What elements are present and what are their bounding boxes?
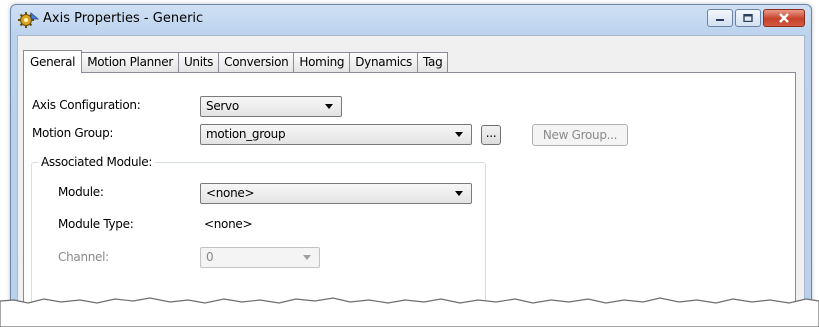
browse-motion-group-button[interactable]: ... <box>481 125 501 145</box>
tab-conversion[interactable]: Conversion <box>218 52 295 72</box>
motion-group-label: Motion Group: <box>32 126 114 140</box>
chevron-down-icon <box>303 255 311 260</box>
tab-strip: General Motion Planner Units Conversion … <box>23 50 449 73</box>
motion-group-dropdown[interactable]: motion_group <box>200 124 472 145</box>
general-tab-panel: Axis Configuration: Servo Motion Group: … <box>23 72 796 317</box>
motion-group-value: motion_group <box>206 127 286 141</box>
tab-general[interactable]: General <box>23 50 83 73</box>
chevron-down-icon <box>455 191 463 196</box>
channel-label: Channel: <box>58 250 109 264</box>
maximize-icon <box>743 14 753 22</box>
close-icon <box>779 13 789 23</box>
chevron-down-icon <box>325 104 333 109</box>
tab-tag[interactable]: Tag <box>417 52 449 72</box>
tab-motion-planner[interactable]: Motion Planner <box>81 52 179 72</box>
minimize-icon <box>716 19 724 21</box>
axis-configuration-label: Axis Configuration: <box>32 98 141 112</box>
module-type-value: <none> <box>204 217 253 231</box>
channel-value: 0 <box>206 250 214 264</box>
chevron-down-icon <box>455 132 463 137</box>
module-value: <none> <box>206 186 255 200</box>
axis-configuration-value: Servo <box>206 99 239 113</box>
tab-homing[interactable]: Homing <box>293 52 351 72</box>
window-title: Axis Properties - Generic <box>43 11 204 26</box>
torn-edge <box>0 297 819 327</box>
axis-gear-icon <box>18 12 39 28</box>
channel-dropdown[interactable]: 0 <box>200 247 320 268</box>
title-bar[interactable]: Axis Properties - Generic <box>11 5 811 35</box>
associated-module-legend: Associated Module: <box>38 155 156 169</box>
maximize-button[interactable] <box>735 9 761 27</box>
caption-buttons <box>705 9 805 27</box>
axis-configuration-dropdown[interactable]: Servo <box>200 96 342 117</box>
axis-properties-window: Axis Properties - Generic General Motion… <box>10 4 812 318</box>
module-label: Module: <box>58 185 104 199</box>
new-group-button[interactable]: New Group... <box>532 124 628 146</box>
module-dropdown[interactable]: <none> <box>200 183 472 204</box>
dialog-client-area: General Motion Planner Units Conversion … <box>17 35 805 317</box>
tab-units[interactable]: Units <box>177 52 220 72</box>
close-button[interactable] <box>763 9 805 27</box>
minimize-button[interactable] <box>707 9 733 27</box>
module-type-label: Module Type: <box>58 217 134 231</box>
tab-dynamics[interactable]: Dynamics <box>349 52 419 72</box>
